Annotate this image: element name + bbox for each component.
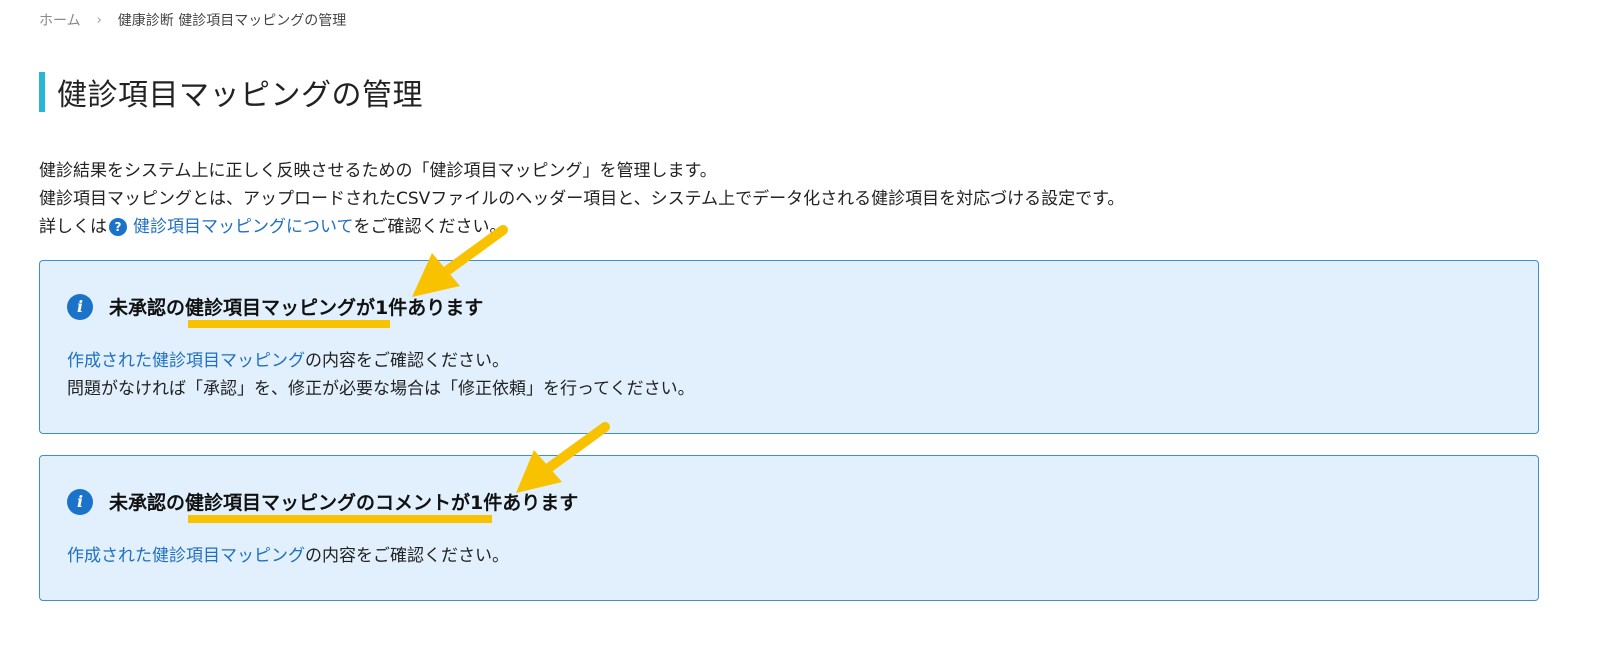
page-title: 健診項目マッピングの管理 [57,78,423,113]
created-mapping-link[interactable]: 作成された健診項目マッピング [67,546,305,566]
page-description: 健診結果をシステム上に正しく反映させるための「健診項目マッピング」を管理します。… [39,157,1124,241]
notice-header: i 未承認の健診項目マッピングのコメントが1件あります [67,488,578,515]
mapping-help-link[interactable]: 健診項目マッピングについて [133,213,354,241]
notice-line-1-suffix: の内容をご確認ください。 [305,351,509,371]
description-line-2: 健診項目マッピングとは、アップロードされたCSVファイルのヘッダー項目と、システ… [39,189,1125,209]
notice-title: 未承認の健診項目マッピングが1件あります [109,297,484,319]
notice-line-1: 作成された健診項目マッピングの内容をご確認ください。 [67,542,509,570]
breadcrumb-current: 健康診断 健診項目マッピングの管理 [117,13,347,29]
breadcrumb-home-link[interactable]: ホーム [39,10,81,30]
notice-line-2: 問題がなければ「承認」を、修正が必要な場合は「修正依頼」を行ってください。 [67,379,695,399]
notice-title: 未承認の健診項目マッピングのコメントが1件あります [109,492,579,514]
notice-line-1: 作成された健診項目マッピングの内容をご確認ください。 [67,347,695,375]
notice-body: 作成された健診項目マッピングの内容をご確認ください。 問題がなければ「承認」を、… [67,347,695,403]
unapproved-mapping-notice: i 未承認の健診項目マッピングが1件あります 作成された健診項目マッピングの内容… [39,260,1539,434]
info-icon: i [67,488,93,515]
title-accent-bar [39,72,45,112]
notice-body: 作成された健診項目マッピングの内容をご確認ください。 [67,542,509,570]
info-icon: i [67,293,93,320]
description-line-1: 健診結果をシステム上に正しく反映させるための「健診項目マッピング」を管理します。 [39,161,717,181]
help-icon[interactable]: ? [109,218,127,236]
annotation-underline [188,320,390,328]
notice-header: i 未承認の健診項目マッピングが1件あります [67,293,483,320]
unapproved-comment-notice: i 未承認の健診項目マッピングのコメントが1件あります 作成された健診項目マッピ… [39,455,1539,601]
description-suffix: をご確認ください。 [353,217,507,237]
description-prefix: 詳しくは [39,217,107,237]
notice-line-1-suffix: の内容をご確認ください。 [305,546,509,566]
breadcrumb: ホーム › 健康診断 健診項目マッピングの管理 [39,10,346,30]
page-header: 健診項目マッピングの管理 [39,72,423,113]
chevron-right-icon: › [96,12,102,28]
description-line-3: 詳しくは ? 健診項目マッピングについて をご確認ください。 [39,213,1124,241]
annotation-underline [188,515,492,523]
created-mapping-link[interactable]: 作成された健診項目マッピング [67,351,305,371]
